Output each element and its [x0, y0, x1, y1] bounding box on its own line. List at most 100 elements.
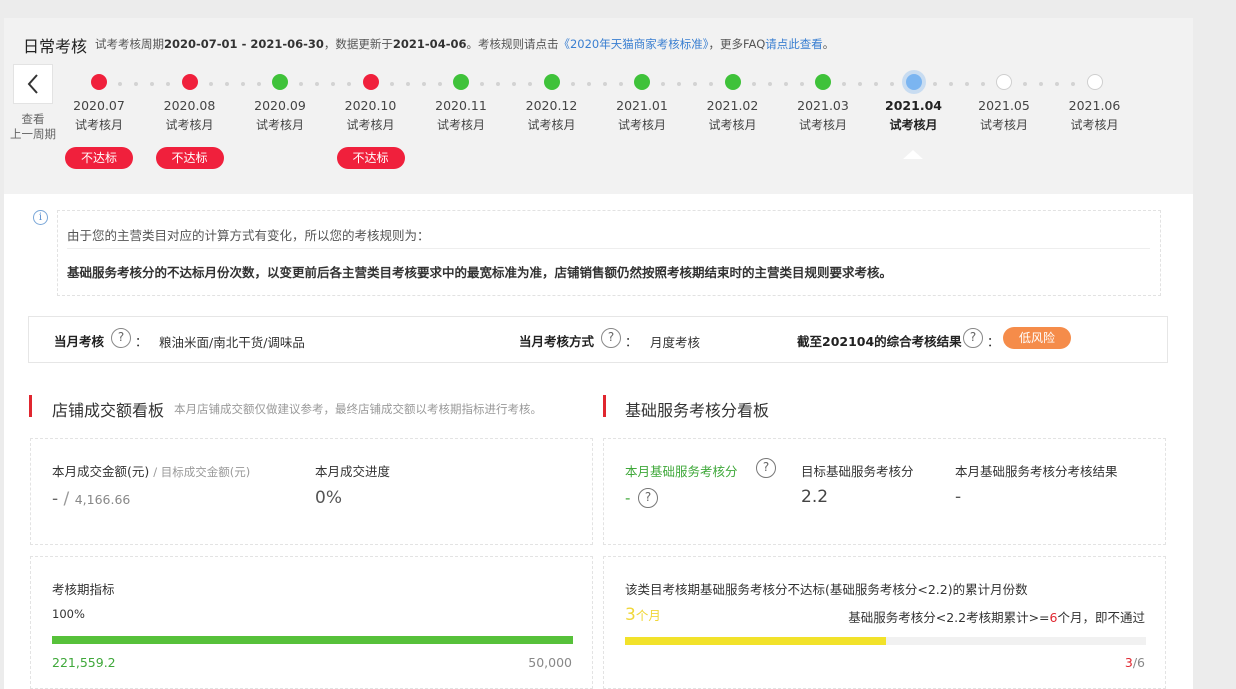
- month-date: 2020.11: [435, 98, 487, 113]
- month-status-dot: [724, 74, 741, 90]
- desc-mid2: 。考核规则请点击: [466, 37, 559, 51]
- month-status-dot: [272, 74, 288, 90]
- result-label: 截至202104的综合考核结果: [797, 334, 962, 349]
- timeline-month[interactable]: 2021.06 试考核月: [1055, 74, 1135, 133]
- sales-board-note: 本月店铺成交额仅做建议参考，最终店铺成交额以考核期指标进行考核。: [174, 402, 542, 416]
- score-result-label: 本月基础服务考核分考核结果: [955, 464, 1118, 479]
- sales-amount-value: -: [52, 489, 59, 509]
- sales-amount-label: 本月成交金额(元) / 目标成交金额(元): [52, 461, 250, 480]
- colon: ：: [625, 334, 638, 349]
- page-title: 日常考核: [23, 37, 88, 56]
- fail-rule-suffix: 个月，即不通过: [1057, 610, 1145, 625]
- month-date: 2020.09: [254, 98, 306, 113]
- service-board-title: 基础服务考核分看板: [625, 401, 770, 420]
- month-type: 试考核月: [74, 118, 123, 132]
- ratio-total: /6: [1132, 655, 1145, 670]
- help-icon[interactable]: ?: [601, 328, 621, 348]
- month-type: 试考核月: [255, 118, 304, 132]
- faq-link[interactable]: 请点此查看: [765, 37, 823, 51]
- timeline-month[interactable]: 2020.12 试考核月: [512, 74, 592, 133]
- chevron-left-icon: [27, 74, 38, 94]
- month-status-dot: [543, 74, 560, 90]
- month-date: 2021.03: [797, 98, 849, 113]
- timeline-month[interactable]: 2020.09 试考核月: [240, 74, 320, 133]
- notice-line1: 由于您的主营类目对应的计算方式有变化，所以您的考核规则为：: [67, 228, 430, 243]
- fail-rule-prefix: 基础服务考核分<2.2考核期累计>=: [848, 610, 1050, 625]
- period-progress-bar: [52, 636, 573, 644]
- score-result-value: -: [955, 487, 962, 507]
- timeline-month[interactable]: 2020.07 试考核月 不达标: [59, 74, 139, 169]
- assessment-summary: 当月考核 ? ： 粮油米面/南北干货/调味品 当月考核方式 ? ： 月度考核 截…: [28, 316, 1168, 363]
- rule-notice: 由于您的主营类目对应的计算方式有变化，所以您的考核规则为： 基础服务考核分的不达…: [57, 210, 1161, 296]
- timeline-separator-dot: [389, 82, 394, 86]
- timeline-month[interactable]: 2021.02 试考核月: [693, 74, 773, 133]
- progress-value: 0%: [315, 488, 342, 508]
- month-date: 2020.10: [344, 98, 397, 113]
- cumulative-panel: 该类目考核期基础服务考核分不达标(基础服务考核分<2.2)的累计月份数 3个月 …: [603, 556, 1166, 689]
- desc-end: 。: [822, 37, 835, 51]
- current-month-pointer: [903, 150, 923, 159]
- period-target-percent: 100%: [52, 607, 85, 621]
- timeline-month[interactable]: 2021.04 试考核月: [874, 74, 954, 133]
- fail-badge: 不达标: [155, 147, 224, 169]
- month-date: 2020.12: [525, 98, 578, 113]
- risk-badge: 低风险: [1003, 327, 1071, 349]
- period-current-value: 221,559.2: [52, 655, 116, 670]
- timeline-month[interactable]: 2020.10 试考核月 不达标: [331, 74, 411, 169]
- month-type: 试考核月: [527, 118, 576, 132]
- back-label-line1: 查看: [21, 112, 45, 126]
- ratio-current: 3: [1124, 655, 1133, 670]
- assessment-period: 2020-07-01 - 2021-06-30: [164, 37, 324, 51]
- month-type: 试考核月: [708, 118, 757, 132]
- previous-period-label[interactable]: 查看 上一周期: [8, 112, 58, 142]
- sales-amount-panel: 本月成交金额(元) / 目标成交金额(元) - / 4,166.66 本月成交进…: [30, 438, 593, 545]
- month-date: 2021.05: [978, 98, 1030, 113]
- fail-rule-text: 基础服务考核分<2.2考核期累计>=6个月，即不通过: [848, 607, 1145, 626]
- timeline-separator-dot: [208, 82, 213, 86]
- month-date: 2021.02: [706, 98, 759, 113]
- timeline-month[interactable]: 2020.08 试考核月 不达标: [150, 74, 230, 169]
- target-amount-label: / 目标成交金额(元): [153, 465, 251, 479]
- timeline-month[interactable]: 2020.11 试考核月: [421, 74, 501, 133]
- timeline-month[interactable]: 2021.05 试考核月: [964, 74, 1044, 133]
- month-date: 2021.04: [885, 98, 942, 113]
- method-value: 月度考核: [650, 335, 701, 350]
- previous-period-button[interactable]: [13, 64, 53, 104]
- notice-line2: 基础服务考核分的不达标月份次数，以变更前后各主营类目考核要求中的最宽标准为准，店…: [67, 265, 893, 280]
- help-icon[interactable]: ?: [111, 328, 131, 348]
- help-icon[interactable]: ?: [638, 488, 658, 508]
- month-date: 2021.01: [616, 98, 668, 113]
- sales-amount-values: - / 4,166.66: [52, 489, 130, 509]
- timeline-separator-dot: [751, 82, 756, 86]
- timeline-month[interactable]: 2021.01 试考核月: [602, 74, 682, 133]
- colon: ：: [135, 334, 148, 349]
- current-month-label: 当月考核: [54, 334, 105, 349]
- main-card: 日常考核 试考考核周期2020-07-01 - 2021-06-30，数据更新于…: [4, 18, 1193, 689]
- help-icon[interactable]: ?: [963, 328, 983, 348]
- month-status-dot: [815, 74, 831, 90]
- target-score-label: 目标基础服务考核分: [801, 464, 914, 479]
- timeline-separator-dot: [932, 82, 937, 86]
- progress-label: 本月成交进度: [315, 464, 391, 479]
- timeline-separator-dot: [586, 82, 591, 86]
- desc-prefix: 试考考核周期: [95, 37, 164, 51]
- assessment-header: 日常考核 试考考核周期2020-07-01 - 2021-06-30，数据更新于…: [4, 18, 1193, 194]
- rule-link[interactable]: 《2020年天猫商家考核标准》: [558, 37, 708, 51]
- desc-mid: ，数据更新于: [323, 37, 393, 51]
- assessment-description: 试考考核周期2020-07-01 - 2021-06-30，数据更新于2021-…: [95, 36, 834, 52]
- help-icon[interactable]: ?: [756, 458, 776, 478]
- month-date: 2021.06: [1068, 98, 1121, 113]
- sales-board-title: 店铺成交额看板: [52, 401, 165, 420]
- desc-mid3: ，更多FAQ: [708, 37, 766, 51]
- update-date: 2021-04-06: [392, 37, 467, 51]
- month-type: 试考核月: [889, 118, 938, 132]
- cumulative-progress-bar: [625, 637, 1146, 645]
- info-icon: i: [33, 210, 48, 225]
- target-score-value: 2.2: [801, 487, 829, 507]
- month-type: 试考核月: [798, 118, 847, 132]
- cumulative-count-unit: 个月: [635, 608, 661, 623]
- timeline-month[interactable]: 2021.03 试考核月: [783, 74, 863, 133]
- back-label-line2: 上一周期: [10, 127, 56, 141]
- top-strip: [0, 0, 1236, 18]
- month-type: 试考核月: [436, 118, 485, 132]
